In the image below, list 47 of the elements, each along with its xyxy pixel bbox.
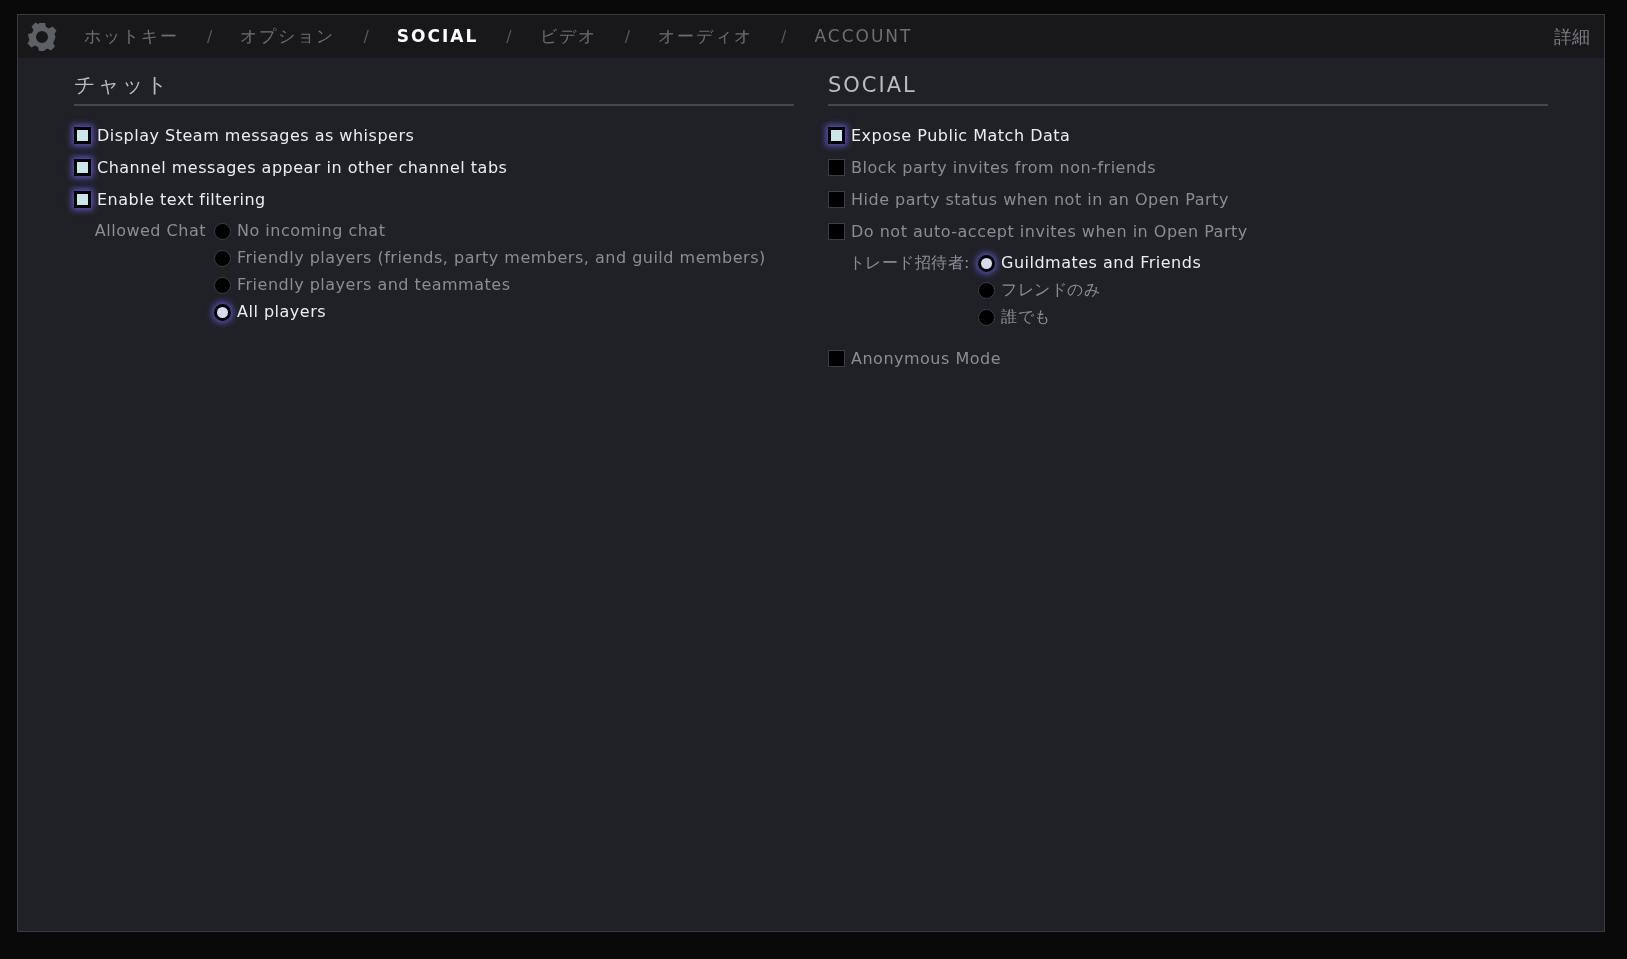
tab-separator: / bbox=[624, 25, 631, 48]
checkbox[interactable] bbox=[74, 159, 91, 176]
gear-icon[interactable] bbox=[26, 20, 58, 53]
radio-label: All players bbox=[237, 301, 327, 323]
radio-label: No incoming chat bbox=[237, 220, 386, 242]
checkbox-label: Do not auto-accept invites when in Open Party bbox=[851, 220, 1248, 243]
radio-label: フレンドのみ bbox=[1001, 279, 1100, 301]
tab[interactable]: ビデオ bbox=[539, 23, 597, 50]
tab-separator: / bbox=[207, 25, 213, 48]
radio-button[interactable] bbox=[214, 303, 231, 321]
checkbox-label: Channel messages appear in other channel tabs bbox=[97, 156, 508, 179]
radio-label: Friendly players and teammates bbox=[237, 274, 511, 296]
tab-separator: / bbox=[363, 25, 369, 48]
checkbox-label: Block party invites from non-friends bbox=[851, 156, 1157, 179]
checkbox-label: Anonymous Mode bbox=[851, 347, 1001, 370]
checkbox-label: Expose Public Match Data bbox=[851, 124, 1071, 147]
checkbox-label: Enable text filtering bbox=[97, 188, 266, 211]
section-title: チャット bbox=[74, 72, 171, 99]
checkbox[interactable] bbox=[828, 127, 845, 144]
checkbox[interactable] bbox=[74, 191, 91, 208]
tab[interactable]: ACCOUNT bbox=[814, 23, 913, 50]
section-title: SOCIAL bbox=[828, 72, 918, 99]
checkbox-label: Hide party status when not in an Open Party bbox=[851, 188, 1229, 211]
advanced-link[interactable]: 詳細 bbox=[1554, 23, 1590, 50]
group-label: トレード招待者: bbox=[847, 251, 971, 274]
tab[interactable]: オプション bbox=[240, 23, 336, 50]
tab[interactable]: ホットキー bbox=[84, 23, 179, 50]
radio-button[interactable] bbox=[978, 308, 995, 326]
checkbox[interactable] bbox=[828, 350, 845, 367]
tab-separator: / bbox=[781, 25, 787, 48]
radio-button[interactable] bbox=[214, 249, 231, 267]
checkbox[interactable] bbox=[828, 191, 845, 208]
radio-button[interactable] bbox=[978, 254, 995, 272]
radio-button[interactable] bbox=[214, 276, 231, 294]
checkbox[interactable] bbox=[828, 159, 845, 176]
tab[interactable]: オーディオ bbox=[658, 23, 754, 50]
group-label: Allowed Chat bbox=[93, 219, 207, 242]
checkbox[interactable] bbox=[828, 223, 845, 240]
radio-label: Guildmates and Friends bbox=[1001, 252, 1202, 274]
checkbox-label: Display Steam messages as whispers bbox=[97, 124, 415, 147]
radio-label: 誰でも bbox=[1001, 306, 1051, 328]
tab[interactable]: SOCIAL bbox=[396, 23, 479, 50]
tab-separator: / bbox=[506, 25, 512, 48]
radio-button[interactable] bbox=[214, 222, 231, 240]
radio-label: Friendly players (friends, party members, and guild members) bbox=[237, 247, 766, 269]
checkbox[interactable] bbox=[74, 127, 91, 144]
radio-button[interactable] bbox=[978, 281, 995, 299]
